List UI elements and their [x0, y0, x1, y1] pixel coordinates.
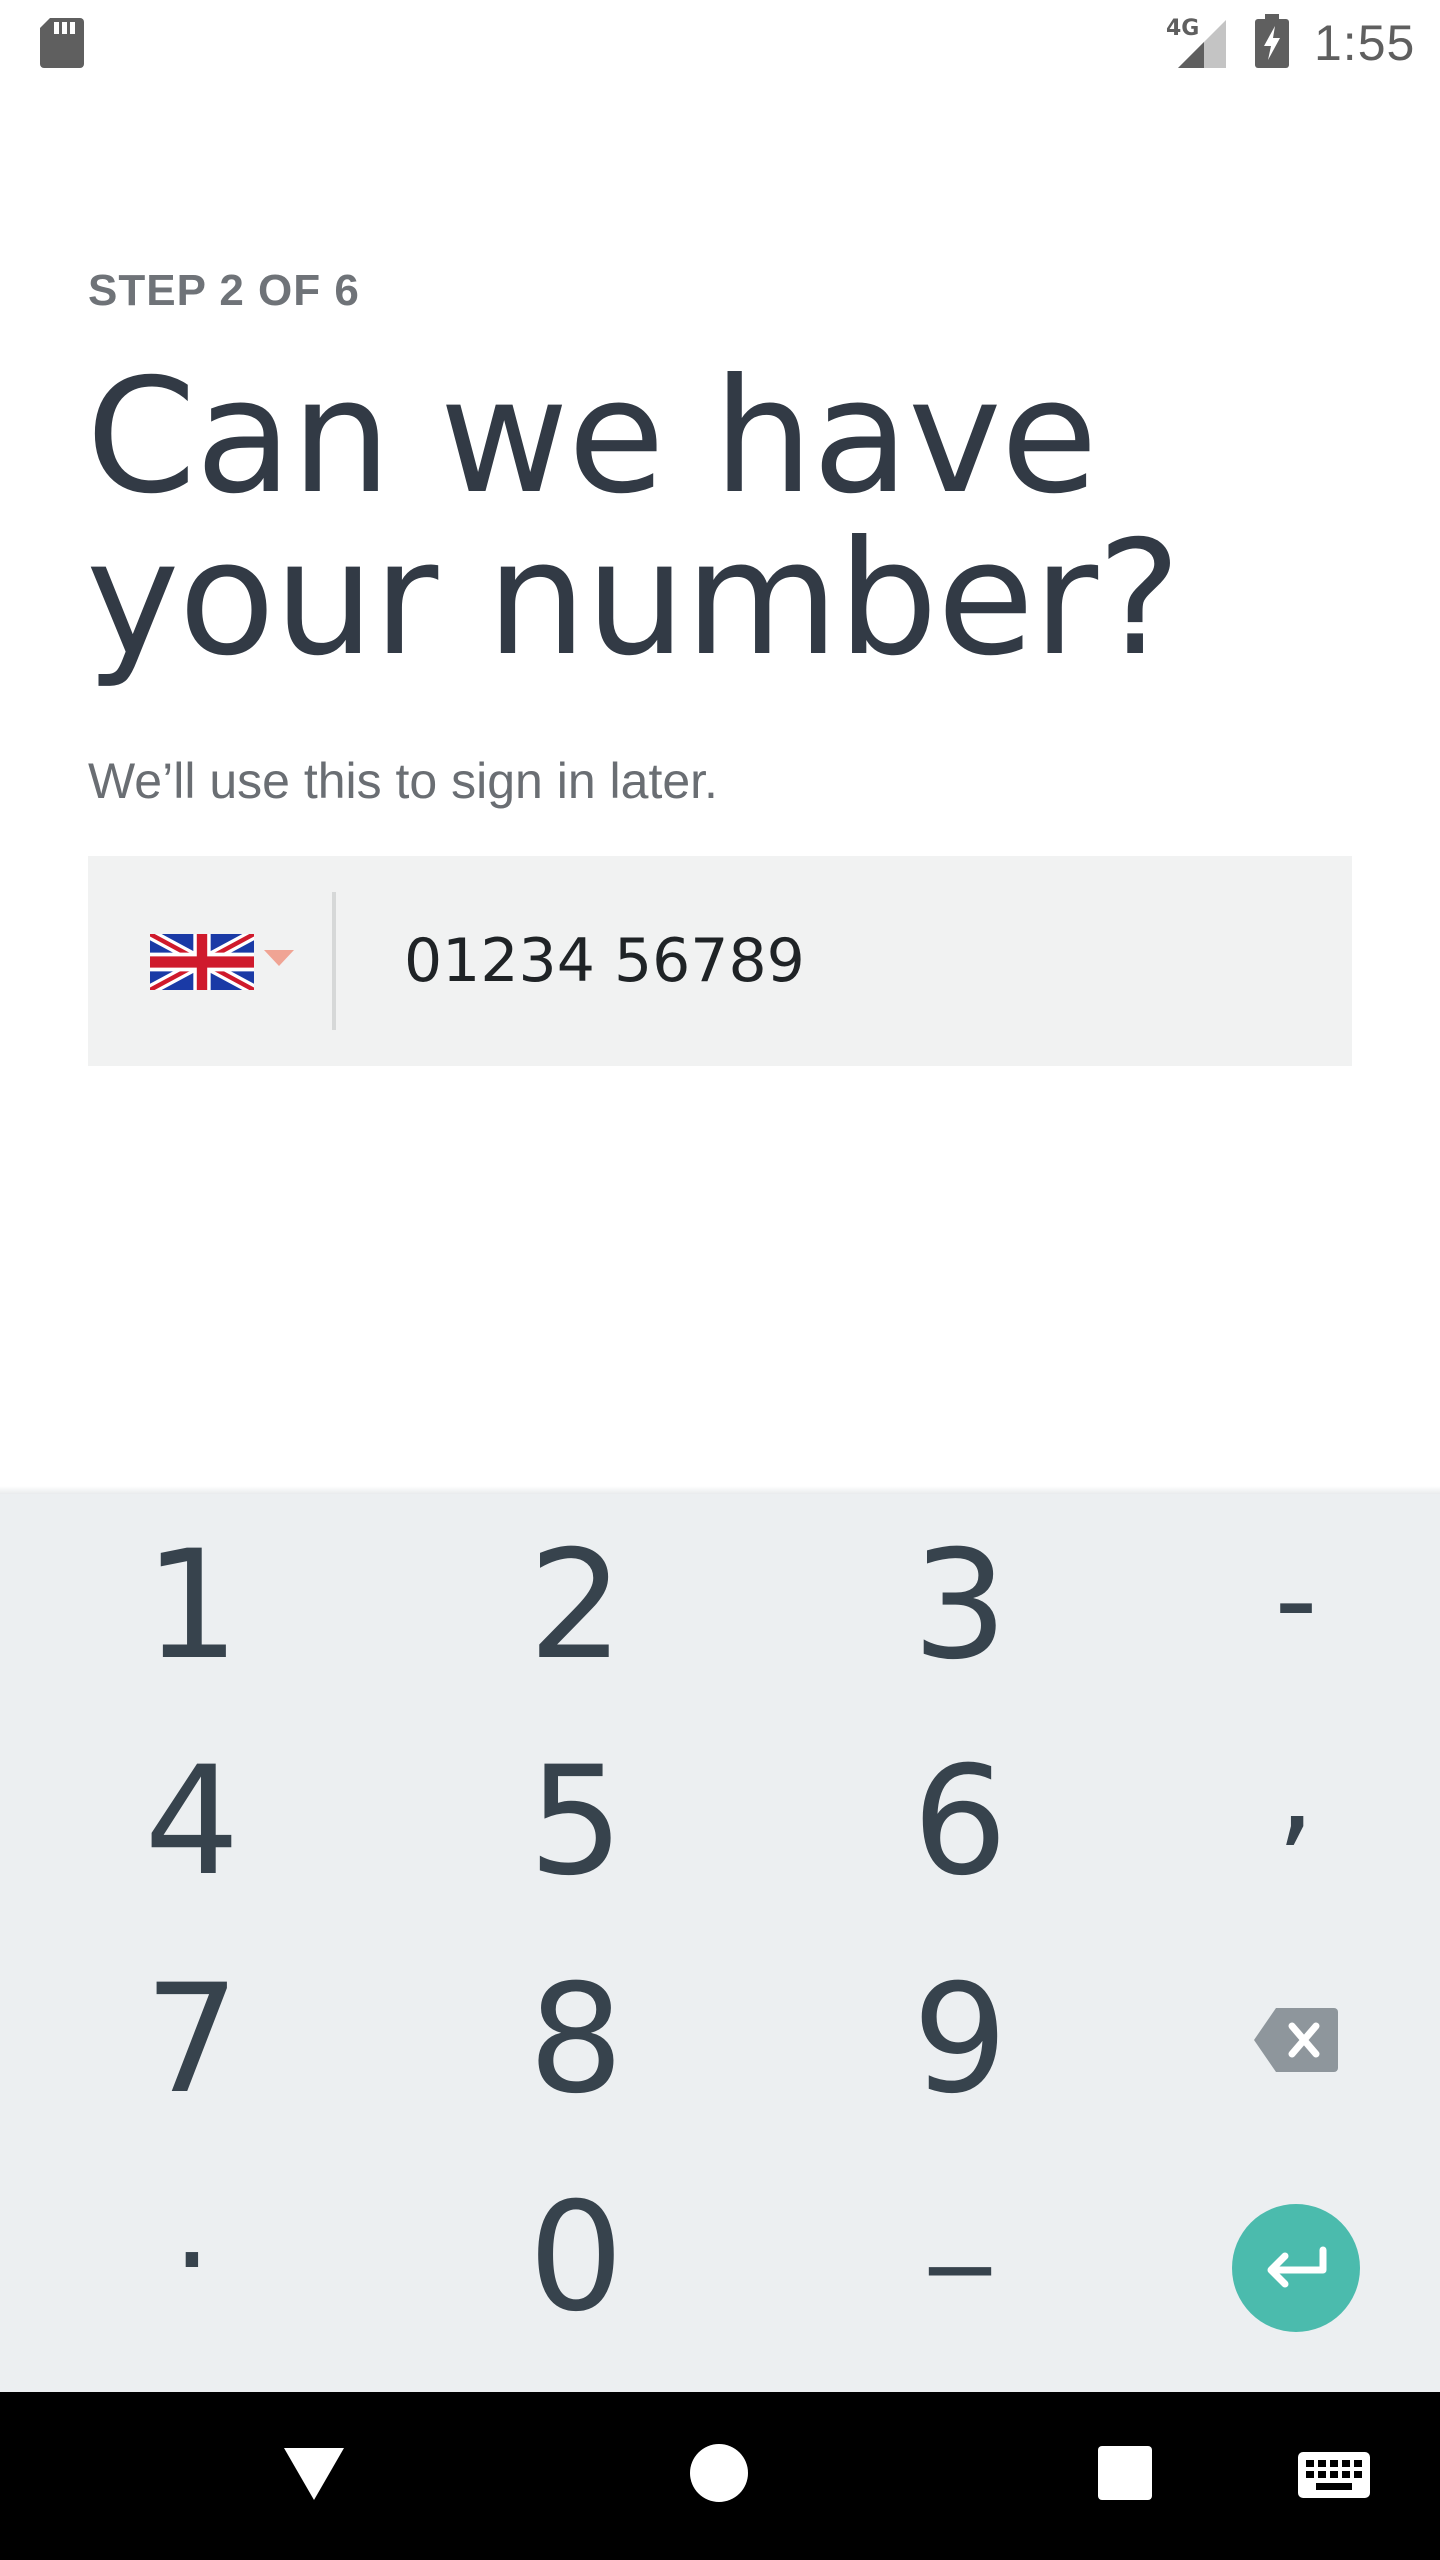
- clock: 1:55: [1314, 15, 1416, 71]
- key-3[interactable]: 3: [810, 1506, 1110, 1706]
- key-dash[interactable]: -: [1146, 1500, 1440, 1700]
- key-0[interactable]: 0: [426, 2158, 726, 2358]
- key-1[interactable]: 1: [42, 1506, 342, 1706]
- system-navigation-bar: [0, 2392, 1440, 2560]
- home-icon[interactable]: [690, 2444, 748, 2502]
- step-indicator: STEP 2 OF 6: [88, 266, 360, 315]
- backspace-key[interactable]: [1146, 1940, 1440, 2140]
- status-bar: 4G 1:55: [0, 0, 1440, 84]
- sd-card-icon: [40, 18, 84, 68]
- key-comma[interactable]: ,: [1146, 1690, 1440, 1890]
- enter-arrow-icon: [1267, 2246, 1327, 2288]
- dropdown-caret-icon: [264, 950, 294, 966]
- enter-key[interactable]: [1232, 2204, 1360, 2332]
- recents-icon[interactable]: [1098, 2446, 1152, 2500]
- page-title: Can we have your number?: [86, 345, 1181, 691]
- keyboard-switch-icon[interactable]: [1298, 2452, 1370, 2498]
- phone-number-field: [88, 856, 1352, 1066]
- field-divider: [332, 892, 336, 1030]
- key-8[interactable]: 8: [426, 1940, 726, 2140]
- numeric-keyboard: 1 2 3 - 4 5 6 , 7 8 9 . 0 _: [0, 1494, 1440, 2392]
- network-type-label: 4G: [1166, 16, 1200, 41]
- phone-number-input[interactable]: [404, 916, 1304, 1006]
- united-kingdom-flag-icon: [150, 934, 254, 990]
- country-picker[interactable]: [88, 856, 334, 1066]
- back-icon[interactable]: [284, 2448, 344, 2500]
- key-5[interactable]: 5: [426, 1722, 726, 1922]
- battery-charging-icon: [1255, 14, 1289, 68]
- key-underscore[interactable]: _: [810, 2106, 1110, 2306]
- key-6[interactable]: 6: [810, 1722, 1110, 1922]
- key-7[interactable]: 7: [42, 1940, 342, 2140]
- backspace-icon: [1254, 2008, 1338, 2072]
- key-4[interactable]: 4: [42, 1722, 342, 1922]
- page-subtitle: We’ll use this to sign in later.: [88, 753, 718, 809]
- key-2[interactable]: 2: [426, 1506, 726, 1706]
- key-period[interactable]: .: [42, 2126, 342, 2326]
